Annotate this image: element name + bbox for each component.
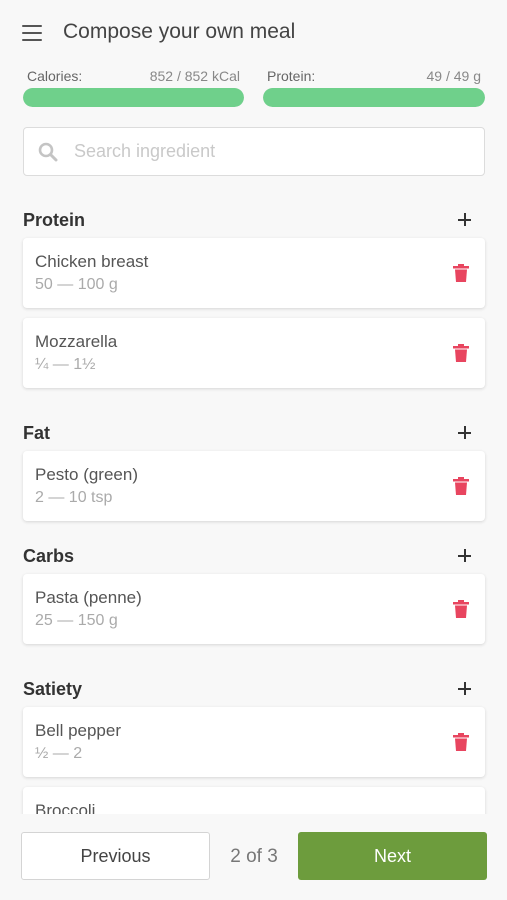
ingredient-range: ¼ — 1½ <box>35 356 96 373</box>
add-icon[interactable] <box>455 679 475 699</box>
trash-icon[interactable] <box>453 344 469 362</box>
calories-value: 852 / 852 kCal <box>149 68 240 84</box>
trash-icon[interactable] <box>453 733 469 751</box>
ingredient-card[interactable]: Mozzarella ¼ — 1½ <box>23 318 485 388</box>
ingredient-range: 50 — 100 g <box>35 276 118 293</box>
ingredient-name: Pasta (penne) <box>35 588 142 607</box>
ingredient-list: Protein Chicken breast 50 — 100 g Mozzar… <box>0 190 507 814</box>
calories-progress-track <box>23 88 244 107</box>
protein-value: 49 / 49 g <box>426 68 482 84</box>
page-title: Compose your own meal <box>63 20 296 43</box>
bottom-navigation: Previous 2 of 3 Next <box>0 816 507 900</box>
section-title: Satiety <box>23 679 83 699</box>
protein-progress-fill <box>263 88 485 107</box>
protein-progress-track <box>263 88 485 107</box>
ingredient-name: Mozzarella <box>35 332 118 351</box>
section-title: Protein <box>23 210 86 230</box>
ingredient-range: ½ — 2 <box>35 745 83 762</box>
ingredient-card[interactable]: Pesto (green) 2 — 10 tsp <box>23 451 485 521</box>
ingredient-name: Broccoli <box>35 801 96 814</box>
add-icon[interactable] <box>455 210 475 230</box>
search-icon <box>38 142 58 161</box>
ingredient-card[interactable]: Chicken breast 50 — 100 g <box>23 238 485 308</box>
section-header-carbs: Carbs <box>0 534 507 574</box>
trash-icon[interactable] <box>453 264 469 282</box>
previous-button[interactable]: Previous <box>21 832 210 880</box>
ingredient-card[interactable]: Broccoli <box>23 787 485 814</box>
protein-label: Protein: <box>267 68 316 84</box>
search-input[interactable] <box>74 141 454 162</box>
section-title: Fat <box>23 423 50 443</box>
calories-label: Calories: <box>27 68 83 84</box>
add-icon[interactable] <box>455 546 475 566</box>
add-icon[interactable] <box>455 423 475 443</box>
next-button[interactable]: Next <box>298 832 487 880</box>
ingredient-name: Bell pepper <box>35 721 122 740</box>
app-header: Compose your own meal <box>0 0 507 64</box>
section-header-protein: Protein <box>0 198 507 238</box>
section-header-fat: Fat <box>0 411 507 451</box>
search-box[interactable] <box>23 127 485 176</box>
section-title: Carbs <box>23 546 75 566</box>
trash-icon[interactable] <box>453 477 469 495</box>
ingredient-card[interactable]: Bell pepper ½ — 2 <box>23 707 485 777</box>
ingredient-name: Pesto (green) <box>35 465 138 484</box>
ingredient-name: Chicken breast <box>35 252 149 271</box>
section-header-satiety: Satiety <box>0 667 507 707</box>
calories-meter: Calories: 852 / 852 kCal <box>23 66 244 108</box>
ingredient-card[interactable]: Pasta (penne) 25 — 150 g <box>23 574 485 644</box>
trash-icon[interactable] <box>453 600 469 618</box>
protein-meter: Protein: 49 / 49 g <box>263 66 485 108</box>
calories-progress-fill <box>23 88 244 107</box>
ingredient-range: 25 — 150 g <box>35 612 118 629</box>
ingredient-range: 2 — 10 tsp <box>35 489 113 506</box>
hamburger-menu-icon[interactable] <box>22 24 44 42</box>
page-indicator: 2 of 3 <box>230 846 278 867</box>
